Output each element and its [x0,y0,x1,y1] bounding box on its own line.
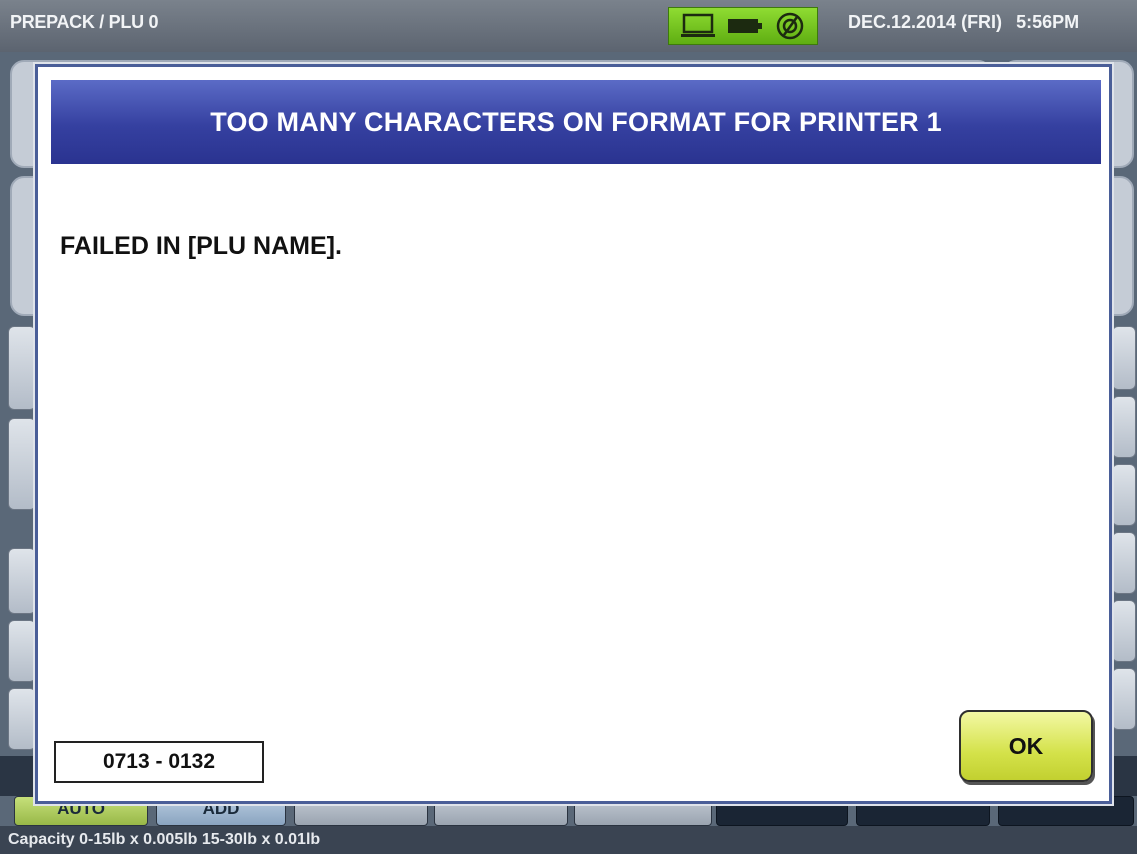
capacity-bar: Capacity 0-15lb x 0.005lb 15-30lb x 0.01… [0,826,1137,854]
date-time: DEC.12.2014 (FRI) 5:56PM [848,12,1079,33]
battery-icon [728,19,762,33]
dialog-title: TOO MANY CHARACTERS ON FORMAT FOR PRINTE… [51,80,1101,164]
bg-key-left-1 [8,326,36,410]
bg-key-right-3 [1112,464,1136,526]
bg-key-right-6 [1112,668,1136,730]
date-text: DEC.12.2014 (FRI) [848,12,1003,32]
bg-key-right-2 [1112,396,1136,458]
time-text: 5:56PM [1016,12,1080,32]
error-message: FAILED IN [PLU NAME]. [60,232,342,260]
network-icon [776,12,804,40]
bg-key-left-3 [8,548,36,614]
bg-key-right-1 [1112,326,1136,390]
top-status-bar: PREPACK / PLU 0 DEC.12.2014 (FRI) 5:56PM [0,0,1137,52]
error-code-box: 0713 - 0132 [54,741,264,783]
bg-key-right-4 [1112,532,1136,594]
bg-key-right-5 [1112,600,1136,662]
status-icons [668,7,818,45]
ok-button[interactable]: OK [959,710,1093,782]
mode-title: PREPACK / PLU 0 [10,12,159,32]
bg-key-left-4 [8,620,36,682]
monitor-icon [681,13,715,37]
bg-key-left-2 [8,418,36,510]
bg-key-left-5 [8,688,36,750]
error-dialog: TOO MANY CHARACTERS ON FORMAT FOR PRINTE… [35,64,1112,804]
